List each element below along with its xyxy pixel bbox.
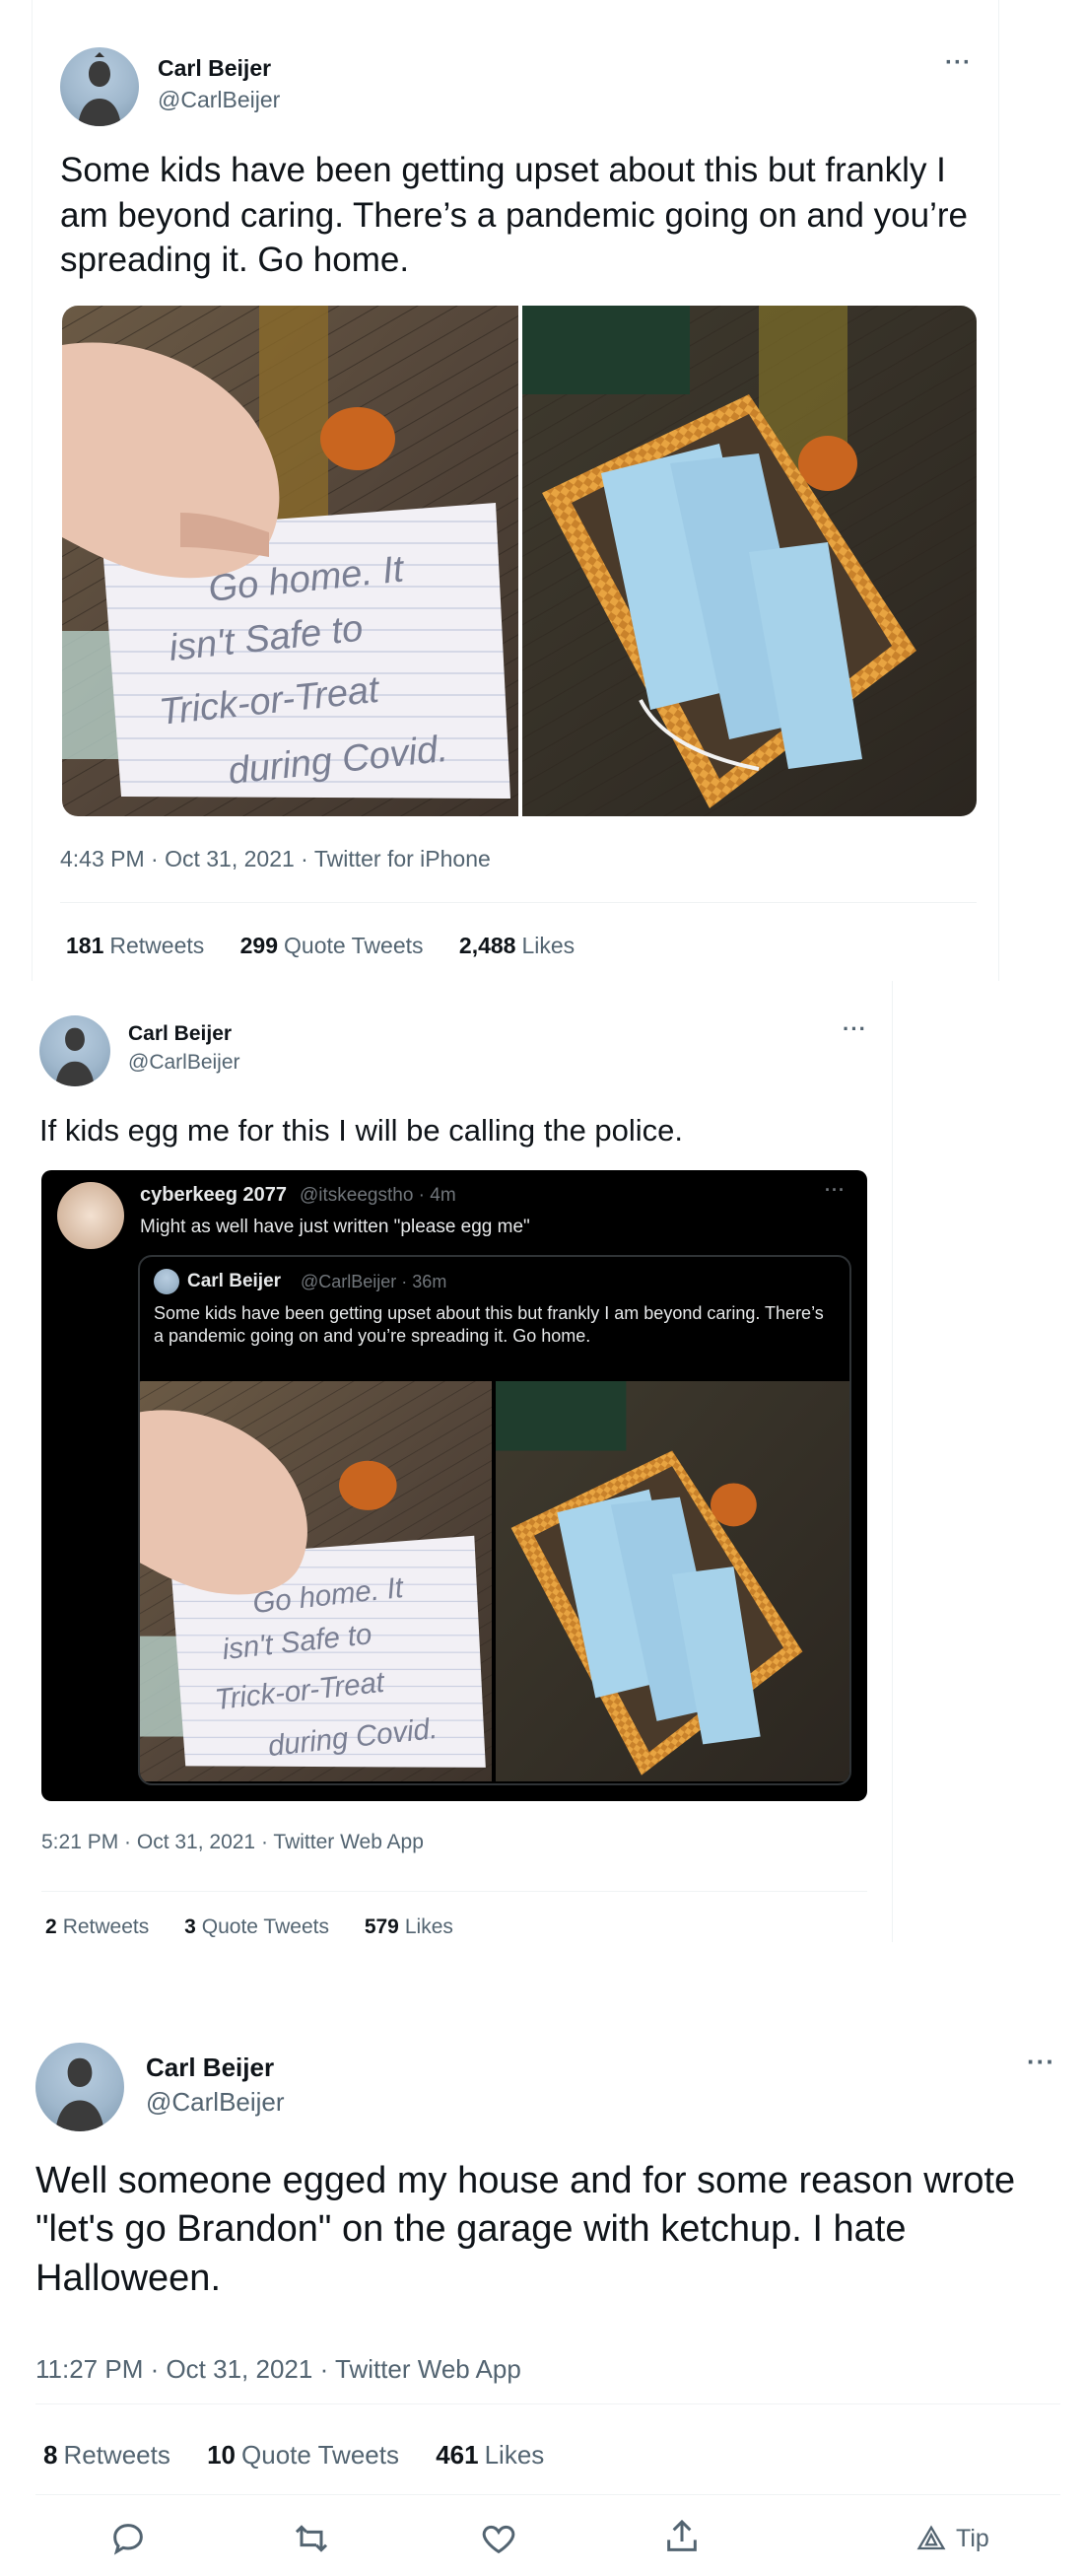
author-handle[interactable]: @CarlBeijer (146, 2087, 285, 2118)
more-icon[interactable]: ··· (1027, 2047, 1055, 2077)
likes-count[interactable]: 579 Likes (365, 1915, 453, 1938)
author-avatar[interactable] (39, 1015, 110, 1086)
inner-text: Some kids have been getting upset about … (154, 1303, 824, 1347)
author-handle[interactable]: @CarlBeijer (158, 87, 280, 113)
tweet-3: Carl Beijer @CarlBeijer ··· Well someone… (0, 1942, 1084, 2576)
photo-note[interactable]: Go home. It isn't Safe to Trick-or-Treat… (62, 306, 518, 816)
inner-meta: @CarlBeijer · 36m (301, 1272, 447, 1291)
reply-icon[interactable] (108, 2519, 148, 2558)
quoter-meta: @itskeegstho · 4m (300, 1185, 456, 1206)
author-avatar[interactable] (35, 2043, 124, 2131)
divider (41, 1891, 867, 1892)
more-icon: ··· (825, 1180, 846, 1200)
divider (35, 2494, 1060, 2495)
more-icon[interactable]: ··· (945, 49, 972, 77)
quote-tweets-count[interactable]: 299 Quote Tweets (240, 933, 424, 958)
more-icon[interactable]: ··· (843, 1016, 867, 1042)
quote-tweets-count[interactable]: 10 Quote Tweets (207, 2440, 399, 2470)
quote-tweets-count[interactable]: 3 Quote Tweets (184, 1915, 329, 1938)
retweets-count[interactable]: 8 Retweets (43, 2440, 170, 2470)
author-name[interactable]: Carl Beijer (128, 1022, 232, 1046)
author-avatar[interactable] (60, 47, 139, 126)
retweets-count[interactable]: 181 Retweets (66, 933, 204, 958)
likes-count[interactable]: 461 Likes (436, 2440, 544, 2470)
tip-label: Tip (956, 2524, 989, 2552)
inner-avatar (154, 1269, 179, 1294)
timestamp[interactable]: 11:27 PM · Oct 31, 2021 · Twitter Web Ap… (35, 2354, 521, 2385)
likes-count[interactable]: 2,488 Likes (459, 933, 575, 958)
inner-photo-note: Go home. It isn't Safe to Trick-or-Treat… (140, 1381, 492, 1781)
inner-photo-masks (496, 1381, 849, 1781)
tip-icon (916, 2525, 946, 2550)
timestamp[interactable]: 5:21 PM · Oct 31, 2021 · Twitter Web App (41, 1831, 424, 1854)
divider (60, 902, 977, 903)
tweet-text: Some kids have been getting upset about … (60, 151, 968, 279)
like-icon[interactable] (479, 2519, 518, 2558)
author-handle[interactable]: @CarlBeijer (128, 1051, 240, 1075)
author-name[interactable]: Carl Beijer (146, 2053, 274, 2083)
quoter-avatar (57, 1182, 124, 1249)
retweet-icon[interactable] (292, 2519, 331, 2558)
tweet-stats: 2 Retweets 3 Quote Tweets 579 Likes (45, 1915, 483, 1939)
quoter-text: Might as well have just written "please … (140, 1217, 530, 1237)
quoter-name: cyberkeeg 2077 (140, 1184, 288, 1206)
timestamp[interactable]: 4:43 PM · Oct 31, 2021 · Twitter for iPh… (60, 846, 491, 872)
tweet-text: If kids egg me for this I will be callin… (39, 1113, 684, 1148)
photo-masks[interactable] (522, 306, 977, 816)
share-icon[interactable] (662, 2517, 702, 2556)
inner-name: Carl Beijer (187, 1271, 282, 1291)
tweet-2: Carl Beijer @CarlBeijer ··· If kids egg … (20, 981, 893, 1942)
divider (35, 2403, 1060, 2404)
tweet-stats: 8 Retweets 10 Quote Tweets 461 Likes (43, 2440, 574, 2471)
tweet-stats: 181 Retweets 299 Quote Tweets 2,488 Likes (66, 933, 604, 959)
tweet-text: Well someone egged my house and for some… (35, 2160, 1016, 2299)
tip-button[interactable]: Tip (916, 2524, 989, 2553)
quoted-tweet-screenshot[interactable]: cyberkeeg 2077 @itskeegstho · 4m ··· Mig… (41, 1170, 867, 1801)
author-name[interactable]: Carl Beijer (158, 55, 271, 82)
inner-quoted-tweet: Carl Beijer @CarlBeijer · 36m Some kids … (138, 1255, 851, 1785)
tweet-1: Carl Beijer @CarlBeijer ··· Some kids ha… (32, 0, 999, 981)
retweets-count[interactable]: 2 Retweets (45, 1915, 149, 1938)
